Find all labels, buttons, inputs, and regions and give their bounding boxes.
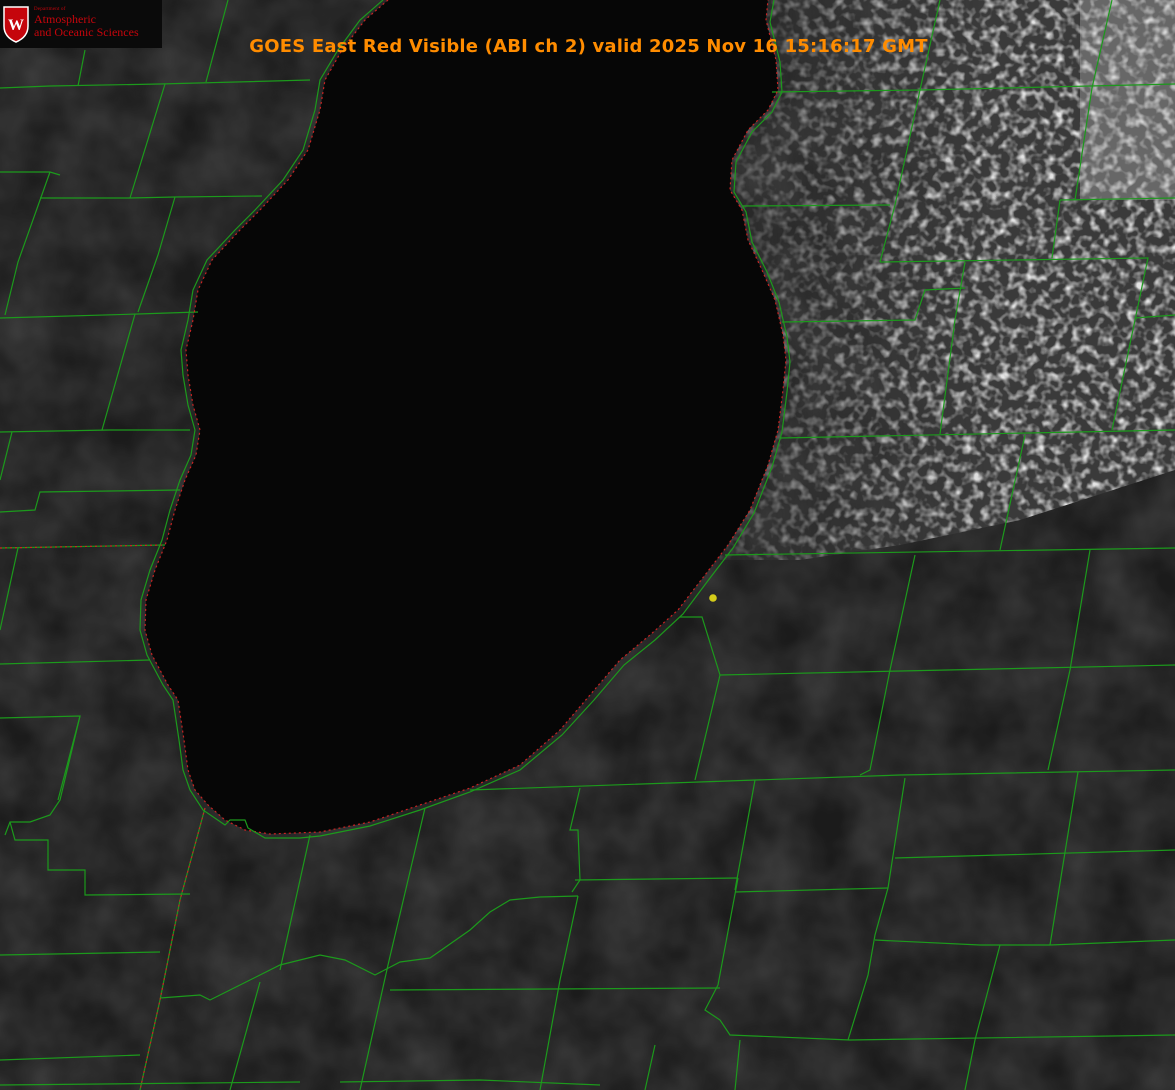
uw-aos-logo: W Department of Atmospheric and Oceanic … xyxy=(0,0,162,48)
map-canvas xyxy=(0,0,1175,1090)
satellite-map: W Department of Atmospheric and Oceanic … xyxy=(0,0,1175,1090)
logo-text: Department of Atmospheric and Oceanic Sc… xyxy=(34,7,139,39)
location-marker xyxy=(709,594,717,602)
logo-line-2: and Oceanic Sciences xyxy=(34,25,139,39)
svg-text:W: W xyxy=(8,17,24,34)
uw-crest-icon: W xyxy=(3,6,29,43)
